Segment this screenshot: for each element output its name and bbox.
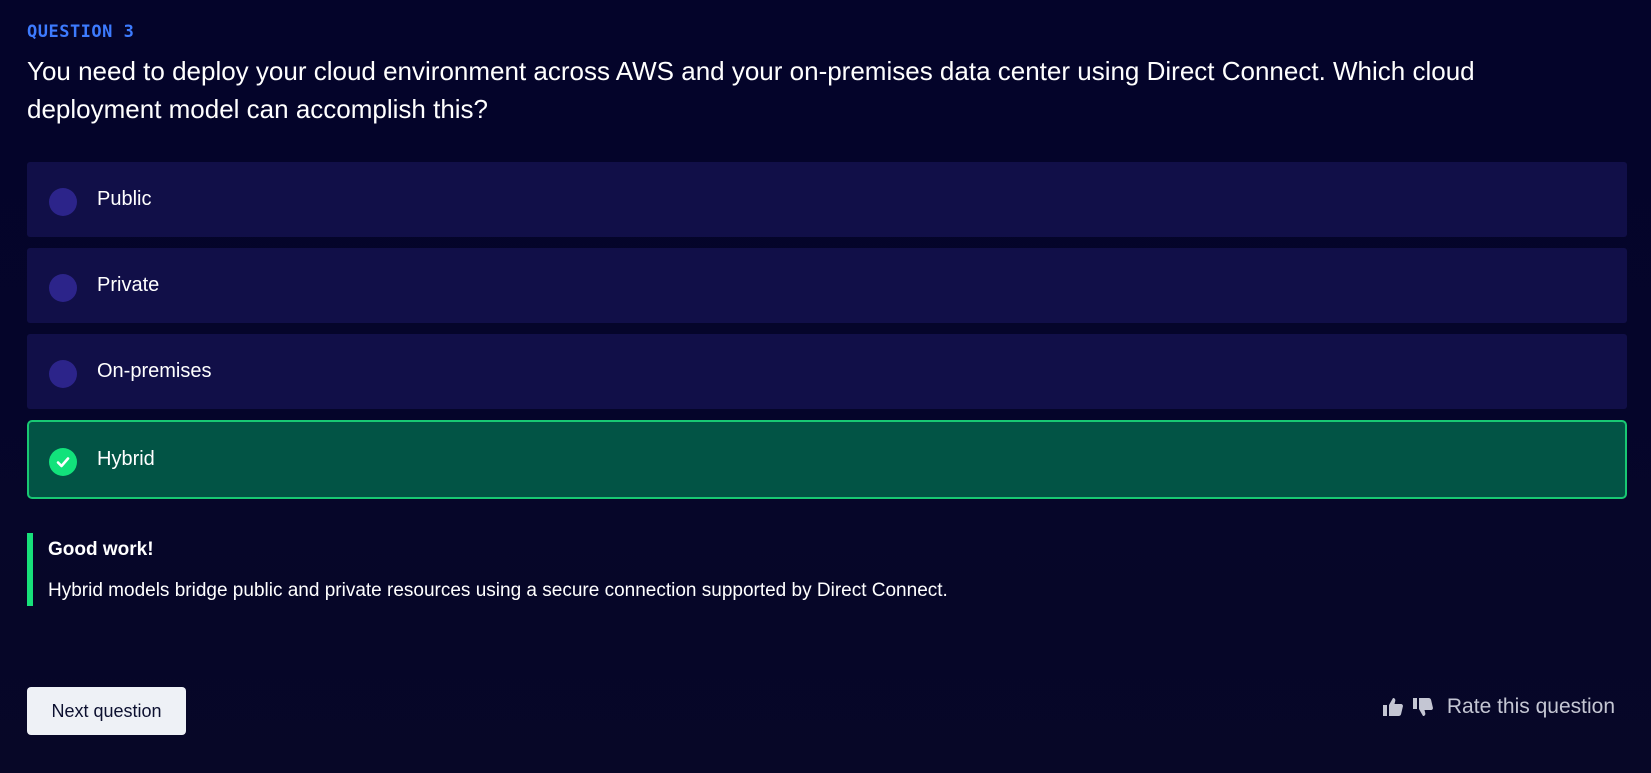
question-text: You need to deploy your cloud environmen… xyxy=(27,56,1475,124)
option-hybrid[interactable]: Hybrid xyxy=(27,420,1627,499)
rate-question: Rate this question xyxy=(1381,695,1615,719)
option-private[interactable]: Private xyxy=(27,248,1627,323)
radio-unselected-icon[interactable] xyxy=(49,273,77,302)
option-on-premises[interactable]: On-premises xyxy=(27,334,1627,409)
option-label: Public xyxy=(97,188,152,210)
question-number-label: QUESTION 3 xyxy=(27,22,135,42)
option-public[interactable]: Public xyxy=(27,162,1627,237)
check-mark-svg xyxy=(56,456,70,467)
answer-options: Public Private On-premises Hybrid xyxy=(27,162,1627,510)
next-question-button[interactable]: Next question xyxy=(27,687,186,735)
radio-unselected-icon[interactable] xyxy=(49,187,77,216)
option-label: Private xyxy=(97,274,160,296)
feedback-body: Hybrid models bridge public and private … xyxy=(48,580,948,601)
thumbs-down-icon[interactable] xyxy=(1411,695,1435,719)
option-label: On-premises xyxy=(97,360,212,382)
radio-unselected-icon[interactable] xyxy=(49,359,77,388)
option-label: Hybrid xyxy=(97,448,155,470)
feedback-panel: Good work! Hybrid models bridge public a… xyxy=(27,533,1127,606)
rate-question-label[interactable]: Rate this question xyxy=(1447,695,1615,719)
check-icon[interactable] xyxy=(49,447,77,476)
feedback-title: Good work! xyxy=(48,539,154,560)
thumbs-up-icon[interactable] xyxy=(1381,695,1405,719)
